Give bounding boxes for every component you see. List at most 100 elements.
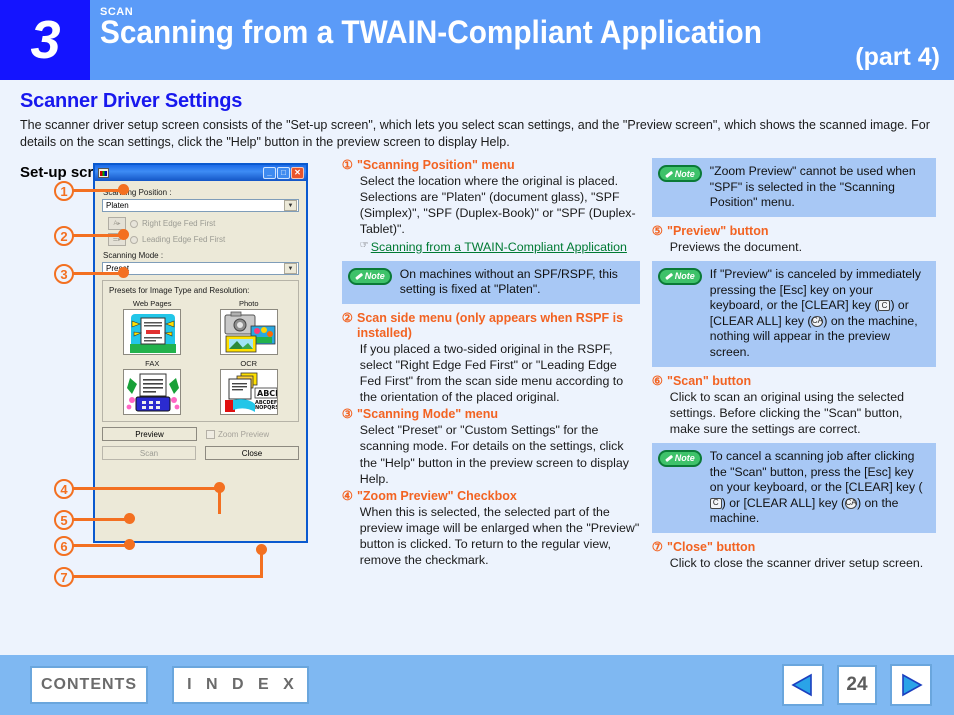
scanning-position-label: Scanning Position : xyxy=(103,188,172,197)
chevron-down-icon[interactable]: ▼ xyxy=(284,200,297,211)
item-7-number: ⑦ xyxy=(651,540,664,555)
preset-label: Web Pages xyxy=(132,299,172,308)
item-7-heading: ⑦ "Close" button xyxy=(652,540,936,555)
preset-ocr[interactable]: OCR ABC ABCDEF NOPQR xyxy=(219,359,278,415)
scanning-position-select[interactable]: Platen ▼ xyxy=(102,199,299,212)
preset-web-pages[interactable]: Web Pages xyxy=(123,299,182,355)
callout-dot-7 xyxy=(256,544,267,555)
chevron-down-icon[interactable]: ▼ xyxy=(284,263,297,274)
index-button[interactable]: I N D E X xyxy=(172,666,309,704)
scan-side-option-right-edge[interactable]: A▸ Right Edge Fed First xyxy=(108,217,299,230)
svg-text:ABCD: ABCD xyxy=(257,389,278,398)
pencil-icon xyxy=(355,272,363,280)
note-text: On machines without an SPF/RSPF, this se… xyxy=(399,266,618,297)
section-title: Scanner Driver Settings xyxy=(20,90,243,112)
radio-leading-edge[interactable] xyxy=(130,235,138,244)
item-7-title: "Close" button xyxy=(667,540,756,555)
presets-group: Presets for Image Type and Resolution: W… xyxy=(102,280,299,422)
item-6-title: "Scan" button xyxy=(667,373,752,388)
note-text: To cancel a scanning job after clicking … xyxy=(709,448,928,527)
pencil-icon xyxy=(665,170,673,178)
svg-text:NOPQRSTU: NOPQRSTU xyxy=(255,405,278,411)
footer-pager: 24 xyxy=(782,664,932,706)
item-7-body: Click to close the scanner driver setup … xyxy=(669,556,924,571)
item-3-title: "Scanning Mode" menu xyxy=(357,407,499,422)
note-box-zoom-preview: Note "Zoom Preview" cannot be used when … xyxy=(651,158,936,217)
page-body: Scanner Driver Settings The scanner driv… xyxy=(0,80,954,640)
description-item-2: ② Scan side menu (only appears when RSPF… xyxy=(342,311,640,406)
dialog-button-row-2: Scan Close xyxy=(102,446,299,460)
preset-fax[interactable]: FAX xyxy=(123,359,182,415)
description-item-4: ④ "Zoom Preview" Checkbox When this is s… xyxy=(342,489,640,569)
previous-page-button[interactable] xyxy=(782,664,824,706)
radio-right-edge[interactable] xyxy=(130,219,138,228)
item-3-number: ③ xyxy=(341,407,353,422)
middle-column: ① "Scanning Position" menu Select the lo… xyxy=(334,158,640,573)
item-2-body: If you placed a two-sided original in th… xyxy=(359,341,624,405)
pencil-icon xyxy=(665,454,673,462)
page-number: 24 xyxy=(837,665,877,705)
note-box-scan-cancel: Note To cancel a scanning job after clic… xyxy=(651,442,936,534)
photo-icon xyxy=(219,309,278,355)
twain-application-link[interactable]: Scanning from a TWAIN-Compliant Applicat… xyxy=(371,239,627,255)
chapter-badge: 3 xyxy=(0,0,90,80)
item-5-number: ⑤ xyxy=(651,223,664,238)
description-item-6: ⑥ "Scan" button Click to scan an origina… xyxy=(652,374,936,437)
scan-side-label-right: Right Edge Fed First xyxy=(142,219,216,228)
description-item-1: ① "Scanning Position" menu Select the lo… xyxy=(342,158,640,255)
scan-button[interactable]: Scan xyxy=(102,446,196,460)
close-icon[interactable]: ✕ xyxy=(291,167,304,179)
scanning-position-value: Platen xyxy=(106,201,129,210)
preview-button[interactable]: Preview xyxy=(102,427,197,441)
close-button[interactable]: Close xyxy=(205,446,299,460)
item-1-link-row[interactable]: ☞ Scanning from a TWAIN-Compliant Applic… xyxy=(360,239,640,255)
preset-label: FAX xyxy=(145,359,160,368)
dialog-body: Scanning Position : Platen ▼ A▸ Right Ed… xyxy=(95,181,306,465)
item-1-number: ① xyxy=(341,158,353,172)
callout-1: 1 xyxy=(54,181,74,201)
description-item-7: ⑦ "Close" button Click to close the scan… xyxy=(652,540,936,571)
description-item-3: ③ "Scanning Mode" menu Select "Preset" o… xyxy=(342,407,640,487)
scanning-mode-select[interactable]: Preset ▼ xyxy=(102,262,299,275)
scanning-mode-label: Scanning Mode : xyxy=(103,251,164,260)
callout-6: 6 xyxy=(54,536,74,556)
callout-line-6 xyxy=(73,544,131,547)
page-footer: CONTENTS I N D E X 24 xyxy=(0,655,954,715)
clear-key-icon: C xyxy=(709,498,722,510)
minimize-button[interactable]: _ xyxy=(263,167,276,179)
preset-label: Photo xyxy=(238,299,259,308)
note-label: Note xyxy=(674,168,695,179)
item-6-number: ⑥ xyxy=(651,373,664,388)
pointing-hand-icon: ☞ xyxy=(359,239,369,251)
scan-side-option-leading-edge[interactable]: ☰▸ Leading Edge Fed First xyxy=(108,233,299,246)
app-icon xyxy=(98,168,109,178)
callout-dot-6 xyxy=(124,539,135,550)
note-text-a: To cancel a scanning job after clicking … xyxy=(709,448,923,495)
section-intro: The scanner driver setup screen consists… xyxy=(20,118,930,149)
zoom-preview-checkbox[interactable] xyxy=(206,429,215,439)
item-6-body: Click to scan an original using the sele… xyxy=(669,389,904,436)
left-triangle-icon xyxy=(791,673,812,697)
callout-line-7 xyxy=(73,575,263,578)
item-2-heading: ② Scan side menu (only appears when RSPF… xyxy=(342,311,640,341)
contents-button[interactable]: CONTENTS xyxy=(30,666,148,704)
preset-photo[interactable]: Photo xyxy=(219,299,278,355)
note-icon: Note xyxy=(347,267,392,285)
preset-label: OCR xyxy=(240,359,258,368)
ocr-icon: ABCD ABCDEFGH NOPQRSTU xyxy=(219,369,278,415)
next-page-button[interactable] xyxy=(890,664,932,706)
item-1-title: "Scanning Position" menu xyxy=(357,158,515,172)
zoom-preview-checkbox-wrap[interactable]: Zoom Preview xyxy=(206,429,299,439)
item-5-heading: ⑤ "Preview" button xyxy=(652,224,936,239)
note-text-b: ) or [CLEAR ALL] key ( xyxy=(721,495,846,510)
item-1-body: Select the location where the original i… xyxy=(359,174,636,237)
callout-dot-1 xyxy=(118,184,129,195)
item-4-title: "Zoom Preview" Checkbox xyxy=(357,488,517,503)
callout-2: 2 xyxy=(54,226,74,246)
callout-line-5 xyxy=(73,518,131,521)
note-label: Note xyxy=(674,453,695,464)
presets-grid: Web Pages Photo FAX OCR ABC ABCDEF NOPQR xyxy=(109,299,292,415)
maximize-button[interactable]: □ xyxy=(277,167,290,179)
callout-5: 5 xyxy=(54,510,74,530)
note-icon: Note xyxy=(657,267,702,285)
